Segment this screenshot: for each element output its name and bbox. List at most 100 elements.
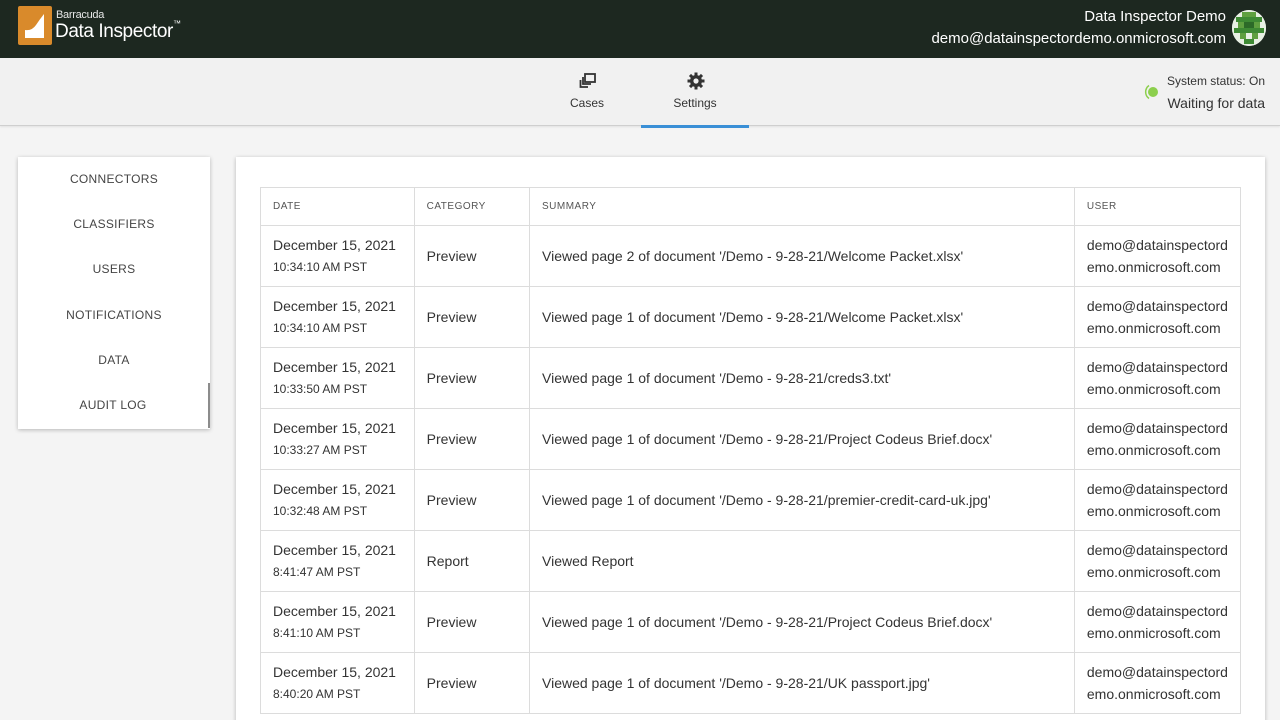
- category-cell: Report: [413, 530, 531, 592]
- user-value-line1: demo@datainspectord: [1086, 420, 1228, 436]
- tab-cases-label: Cases: [569, 96, 604, 110]
- cases-icon: [579, 72, 597, 90]
- user-cell: demo@datainspectord emo.onmicrosoft.com: [1073, 408, 1242, 470]
- column-header-date[interactable]: DATE: [260, 187, 415, 226]
- audit-log-panel: DATE CATEGORY SUMMARY USER December 15, …: [236, 157, 1265, 720]
- audit-log-table: DATE CATEGORY SUMMARY USER December 15, …: [260, 187, 1242, 714]
- date-cell: December 15, 2021 8:41:10 AM PST: [260, 591, 415, 653]
- tab-cases[interactable]: Cases: [533, 58, 641, 126]
- user-value-line2: emo.onmicrosoft.com: [1086, 564, 1221, 580]
- category-cell: Preview: [413, 652, 531, 714]
- summary-cell: Viewed page 1 of document '/Demo - 9-28-…: [529, 652, 1075, 714]
- time-value: 10:34:10 AM PST: [273, 260, 368, 274]
- time-value: 10:33:50 AM PST: [273, 382, 368, 396]
- status-indicator-icon: [1144, 83, 1162, 101]
- brand-product: Data Inspector™: [55, 19, 181, 43]
- table-row[interactable]: December 15, 2021 10:34:10 AM PST Preview…: [260, 225, 1242, 287]
- summary-cell: Viewed Report: [529, 530, 1075, 592]
- date-value: December 15, 2021: [273, 420, 396, 436]
- summary-cell: Viewed page 1 of document '/Demo - 9-28-…: [529, 408, 1075, 470]
- summary-cell: Viewed page 1 of document '/Demo - 9-28-…: [529, 591, 1075, 653]
- summary-cell: Viewed page 1 of document '/Demo - 9-28-…: [529, 469, 1075, 531]
- column-header-summary[interactable]: SUMMARY: [529, 187, 1075, 226]
- nav-bar: Cases Settings: [0, 58, 1280, 128]
- tab-settings-label: Settings: [673, 96, 717, 110]
- account-name[interactable]: Data Inspector Demo: [1084, 8, 1226, 25]
- table-row[interactable]: December 15, 2021 10:33:27 AM PST Preview…: [260, 408, 1242, 470]
- date-cell: December 15, 2021 8:40:20 AM PST: [260, 652, 415, 714]
- time-value: 8:40:20 AM PST: [273, 687, 361, 701]
- barracuda-logo-icon[interactable]: [18, 6, 52, 45]
- user-cell: demo@datainspectord emo.onmicrosoft.com: [1073, 591, 1242, 653]
- table-row[interactable]: December 15, 2021 8:41:10 AM PST Preview …: [260, 591, 1242, 653]
- user-cell: demo@datainspectord emo.onmicrosoft.com: [1073, 530, 1242, 592]
- date-cell: December 15, 2021 10:34:10 AM PST: [260, 286, 415, 348]
- sidebar-item-data[interactable]: DATA: [18, 338, 210, 383]
- time-value: 8:41:10 AM PST: [273, 626, 361, 640]
- time-value: 10:32:48 AM PST: [273, 504, 368, 518]
- user-value-line2: emo.onmicrosoft.com: [1086, 442, 1221, 458]
- date-value: December 15, 2021: [273, 481, 396, 497]
- user-value-line1: demo@datainspectord: [1086, 298, 1228, 314]
- sidebar-item-audit-log[interactable]: AUDIT LOG: [18, 383, 210, 428]
- system-status-label: System status: On: [1166, 74, 1265, 88]
- sidebar-item-users[interactable]: USERS: [18, 247, 210, 292]
- table-header-row: DATE CATEGORY SUMMARY USER: [260, 187, 1242, 226]
- table-row[interactable]: December 15, 2021 10:34:10 AM PST Preview…: [260, 286, 1242, 348]
- category-cell: Preview: [413, 225, 531, 287]
- user-value-line2: emo.onmicrosoft.com: [1086, 686, 1221, 702]
- sidebar-item-notifications[interactable]: NOTIFICATIONS: [18, 293, 210, 338]
- user-cell: demo@datainspectord emo.onmicrosoft.com: [1073, 347, 1242, 409]
- date-value: December 15, 2021: [273, 542, 396, 558]
- time-value: 8:41:47 AM PST: [273, 565, 361, 579]
- account-email[interactable]: demo@datainspectordemo.onmicrosoft.com: [931, 30, 1226, 47]
- user-value-line2: emo.onmicrosoft.com: [1086, 503, 1221, 519]
- brand-company: Barracuda: [56, 9, 105, 21]
- trademark-mark: ™: [172, 19, 181, 28]
- user-value-line1: demo@datainspectord: [1086, 359, 1228, 375]
- brand-product-name: Data Inspector: [55, 21, 173, 42]
- user-value-line1: demo@datainspectord: [1086, 237, 1228, 253]
- user-value-line1: demo@datainspectord: [1086, 542, 1228, 558]
- user-cell: demo@datainspectord emo.onmicrosoft.com: [1073, 652, 1242, 714]
- tab-settings[interactable]: Settings: [641, 58, 749, 128]
- time-value: 10:33:27 AM PST: [273, 443, 368, 457]
- date-cell: December 15, 2021 8:41:47 AM PST: [260, 530, 415, 592]
- date-value: December 15, 2021: [273, 237, 396, 253]
- sidebar-item-connectors[interactable]: CONNECTORS: [18, 157, 210, 202]
- table-row[interactable]: December 15, 2021 8:41:47 AM PST Report V…: [260, 530, 1242, 592]
- avatar[interactable]: [1232, 10, 1266, 46]
- gear-icon: [687, 72, 705, 90]
- date-value: December 15, 2021: [273, 664, 396, 680]
- table-row[interactable]: December 15, 2021 8:40:20 AM PST Preview …: [260, 652, 1242, 714]
- category-cell: Preview: [413, 347, 531, 409]
- category-cell: Preview: [413, 469, 531, 531]
- settings-sidebar: CONNECTORS CLASSIFIERS USERS NOTIFICATIO…: [18, 157, 210, 429]
- column-header-user[interactable]: USER: [1073, 187, 1242, 226]
- date-cell: December 15, 2021 10:33:27 AM PST: [260, 408, 415, 470]
- summary-cell: Viewed page 2 of document '/Demo - 9-28-…: [529, 225, 1075, 287]
- user-value-line2: emo.onmicrosoft.com: [1086, 625, 1221, 641]
- date-cell: December 15, 2021 10:34:10 AM PST: [260, 225, 415, 287]
- date-cell: December 15, 2021 10:32:48 AM PST: [260, 469, 415, 531]
- summary-cell: Viewed page 1 of document '/Demo - 9-28-…: [529, 286, 1075, 348]
- user-cell: demo@datainspectord emo.onmicrosoft.com: [1073, 286, 1242, 348]
- column-header-category[interactable]: CATEGORY: [413, 187, 531, 226]
- summary-cell: Viewed page 1 of document '/Demo - 9-28-…: [529, 347, 1075, 409]
- user-value-line1: demo@datainspectord: [1086, 481, 1228, 497]
- sidebar-item-classifiers[interactable]: CLASSIFIERS: [18, 202, 210, 247]
- date-value: December 15, 2021: [273, 298, 396, 314]
- date-value: December 15, 2021: [273, 603, 396, 619]
- user-value-line1: demo@datainspectord: [1086, 664, 1228, 680]
- user-value-line1: demo@datainspectord: [1086, 603, 1228, 619]
- category-cell: Preview: [413, 286, 531, 348]
- category-cell: Preview: [413, 591, 531, 653]
- user-value-line2: emo.onmicrosoft.com: [1086, 259, 1221, 275]
- user-value-line2: emo.onmicrosoft.com: [1086, 381, 1221, 397]
- time-value: 10:34:10 AM PST: [273, 321, 368, 335]
- top-bar: Barracuda Data Inspector™ Data Inspector…: [0, 0, 1280, 58]
- system-status-detail: Waiting for data: [1167, 95, 1265, 111]
- table-row[interactable]: December 15, 2021 10:32:48 AM PST Preview…: [260, 469, 1242, 531]
- table-row[interactable]: December 15, 2021 10:33:50 AM PST Preview…: [260, 347, 1242, 409]
- date-value: December 15, 2021: [273, 359, 396, 375]
